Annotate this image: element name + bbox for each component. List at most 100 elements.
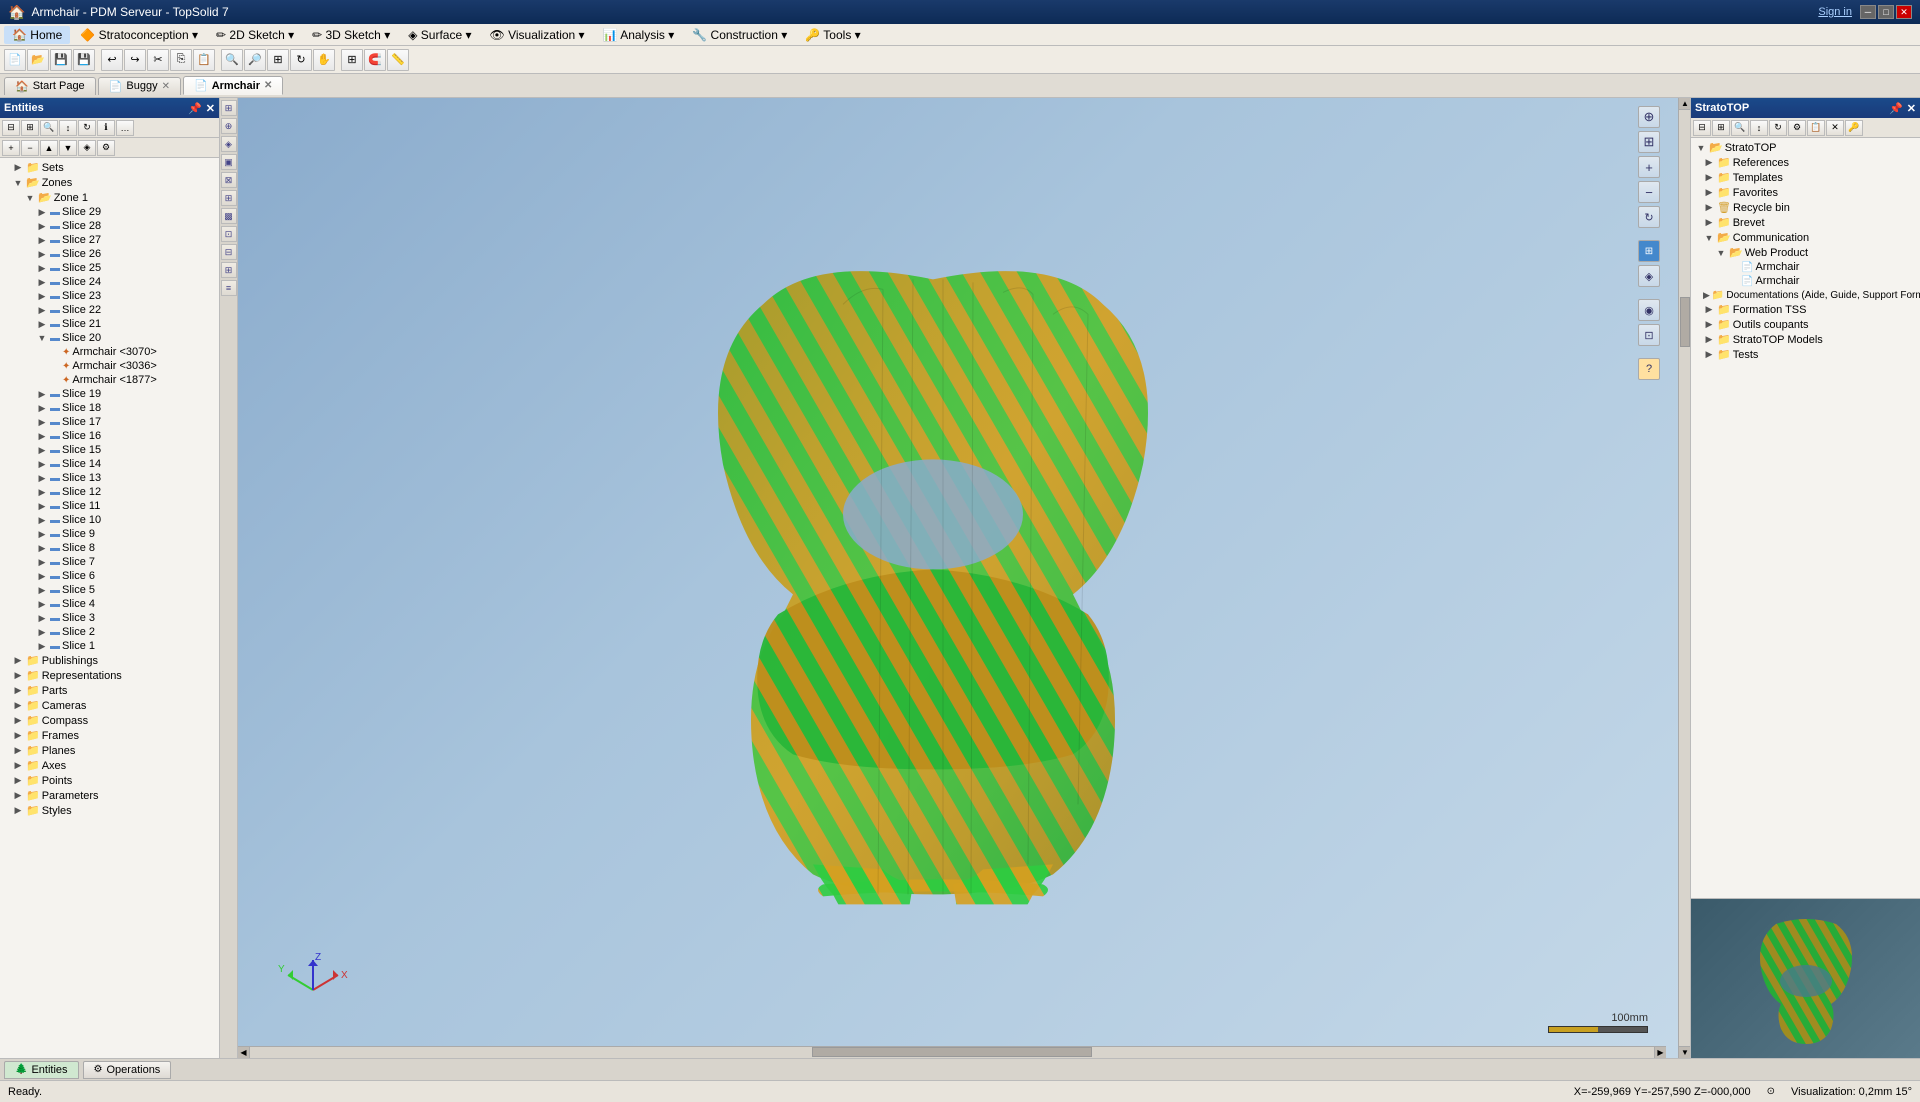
tree-item-planes[interactable]: ▶ 📁 Planes [0, 743, 219, 758]
expand-slice22[interactable]: ▶ [36, 304, 48, 316]
close-button[interactable]: ✕ [1896, 5, 1912, 19]
expand-slice25[interactable]: ▶ [36, 262, 48, 274]
rtree-item-webproduct[interactable]: ▼ 📂 Web Product [1691, 245, 1920, 260]
tree-item-slice15[interactable]: ▶ ▬ Slice 15 [0, 443, 219, 457]
expand-slice9[interactable]: ▶ [36, 528, 48, 540]
tree-sort[interactable]: ↕ [59, 120, 77, 136]
tree-item-slice4[interactable]: ▶ ▬ Slice 4 [0, 597, 219, 611]
zoom-out-button[interactable]: 🔎 [244, 49, 266, 71]
rtree-btn7[interactable]: 📋 [1807, 120, 1825, 136]
tree-item-slice9[interactable]: ▶ ▬ Slice 9 [0, 527, 219, 541]
paste-button[interactable]: 📋 [193, 49, 215, 71]
tree-item-slice7[interactable]: ▶ ▬ Slice 7 [0, 555, 219, 569]
pan-button[interactable]: ✋ [313, 49, 335, 71]
rtree-btn8[interactable]: ✕ [1826, 120, 1844, 136]
tree-item-zone1[interactable]: ▼ 📂 Zone 1 [0, 190, 219, 205]
rtree-item-documentations[interactable]: ▶ 📁 Documentations (Aide, Guide, Support… [1691, 288, 1920, 302]
nav-wireframe[interactable]: ⊡ [1638, 324, 1660, 346]
hscroll-thumb[interactable] [812, 1047, 1093, 1057]
view-icon-5[interactable]: ⊠ [221, 172, 237, 188]
save-button[interactable]: 💾 [50, 49, 72, 71]
hscroll-right[interactable]: ▶ [1654, 1047, 1666, 1059]
tree-item-parameters[interactable]: ▶ 📁 Parameters [0, 788, 219, 803]
tab-operations[interactable]: ⚙ Operations [83, 1061, 172, 1079]
nav-zoom-fit[interactable]: ⊞ [1638, 131, 1660, 153]
rtree-btn4[interactable]: ↕ [1750, 120, 1768, 136]
tree-item-frames[interactable]: ▶ 📁 Frames [0, 728, 219, 743]
expand-slice19[interactable]: ▶ [36, 388, 48, 400]
expand-styles[interactable]: ▶ [12, 805, 24, 817]
tree-item-slice25[interactable]: ▶ ▬ Slice 25 [0, 261, 219, 275]
menu-item-visualization[interactable]: 👁 Visualization ▾ [482, 26, 593, 44]
tree-item-slice22[interactable]: ▶ ▬ Slice 22 [0, 303, 219, 317]
expand-slice10[interactable]: ▶ [36, 514, 48, 526]
tree-item-slice29[interactable]: ▶ ▬ Slice 29 [0, 205, 219, 219]
expand-slice28[interactable]: ▶ [36, 220, 48, 232]
expand-slice2[interactable]: ▶ [36, 626, 48, 638]
expand-parts[interactable]: ▶ [12, 685, 24, 697]
rtree-btn1[interactable]: ⊟ [1693, 120, 1711, 136]
view-icon-8[interactable]: ⊡ [221, 226, 237, 242]
tree-item-publishings[interactable]: ▶ 📁 Publishings [0, 653, 219, 668]
expand-slice4[interactable]: ▶ [36, 598, 48, 610]
expand-templates[interactable]: ▶ [1703, 172, 1715, 184]
expand-recyclebin[interactable]: ▶ [1703, 202, 1715, 214]
menu-item-2dsketch[interactable]: ✏ 2D Sketch ▾ [208, 26, 302, 44]
tree-option2[interactable]: ⚙ [97, 140, 115, 156]
hscroll-left[interactable]: ◀ [238, 1047, 250, 1059]
rtree-item-formation[interactable]: ▶ 📁 Formation TSS [1691, 302, 1920, 317]
tree-filter[interactable]: 🔍 [40, 120, 58, 136]
expand-tests[interactable]: ▶ [1703, 349, 1715, 361]
minimize-button[interactable]: ─ [1860, 5, 1876, 19]
expand-slice14[interactable]: ▶ [36, 458, 48, 470]
nav-zoom-out[interactable]: − [1638, 181, 1660, 203]
menu-item-stratoconception[interactable]: 🔶 Stratoconception ▾ [72, 26, 206, 44]
viewport-vscrollbar[interactable]: ▲ ▼ [1678, 98, 1690, 1058]
sign-in-link[interactable]: Sign in [1818, 6, 1852, 18]
tree-item-slice3[interactable]: ▶ ▬ Slice 3 [0, 611, 219, 625]
view-icon-2[interactable]: ⊕ [221, 118, 237, 134]
snap-button[interactable]: 🧲 [364, 49, 386, 71]
tab-entities[interactable]: 🌲 Entities [4, 1061, 79, 1079]
rtree-btn2[interactable]: ⊞ [1712, 120, 1730, 136]
rtree-item-armchair2[interactable]: 📄 Armchair [1691, 274, 1920, 288]
expand-slice6[interactable]: ▶ [36, 570, 48, 582]
nav-home[interactable]: ⊕ [1638, 106, 1660, 128]
tree-item-slice5[interactable]: ▶ ▬ Slice 5 [0, 583, 219, 597]
tree-item-armchair3070[interactable]: ✦ Armchair <3070> [0, 345, 219, 359]
tab-armchair[interactable]: 📄 Armchair ✕ [183, 76, 283, 95]
viewport-hscrollbar[interactable]: ◀ ▶ [238, 1046, 1666, 1058]
expand-references[interactable]: ▶ [1703, 157, 1715, 169]
tree-item-slice18[interactable]: ▶ ▬ Slice 18 [0, 401, 219, 415]
expand-slice16[interactable]: ▶ [36, 430, 48, 442]
tree-item-slice19[interactable]: ▶ ▬ Slice 19 [0, 387, 219, 401]
vscroll-thumb[interactable] [1680, 297, 1690, 347]
open-button[interactable]: 📂 [27, 49, 49, 71]
expand-compass[interactable]: ▶ [12, 715, 24, 727]
tree-item-slice16[interactable]: ▶ ▬ Slice 16 [0, 429, 219, 443]
tree-item-slice20[interactable]: ▼ ▬ Slice 20 [0, 331, 219, 345]
expand-slice23[interactable]: ▶ [36, 290, 48, 302]
expand-axes[interactable]: ▶ [12, 760, 24, 772]
tree-item-slice26[interactable]: ▶ ▬ Slice 26 [0, 247, 219, 261]
expand-points[interactable]: ▶ [12, 775, 24, 787]
expand-stratotop[interactable]: ▼ [1695, 142, 1707, 154]
tree-item-parts[interactable]: ▶ 📁 Parts [0, 683, 219, 698]
expand-slice3[interactable]: ▶ [36, 612, 48, 624]
tab-startpage[interactable]: 🏠 Start Page [4, 77, 96, 95]
cut-button[interactable]: ✂ [147, 49, 169, 71]
zoom-in-button[interactable]: 🔍 [221, 49, 243, 71]
expand-zones[interactable]: ▼ [12, 177, 24, 189]
left-panel-close[interactable]: ✕ [206, 102, 215, 115]
tree-item-slice23[interactable]: ▶ ▬ Slice 23 [0, 289, 219, 303]
menu-item-construction[interactable]: 🔧 Construction ▾ [684, 26, 795, 44]
rtree-btn5[interactable]: ↻ [1769, 120, 1787, 136]
tree-delete[interactable]: − [21, 140, 39, 156]
expand-slice15[interactable]: ▶ [36, 444, 48, 456]
rtree-item-stratotop[interactable]: ▼ 📂 StratoTOP [1691, 140, 1920, 155]
redo-button[interactable]: ↪ [124, 49, 146, 71]
expand-formation[interactable]: ▶ [1703, 304, 1715, 316]
view-icon-6[interactable]: ⊞ [221, 190, 237, 206]
menu-item-home[interactable]: 🏠 Home [4, 26, 70, 44]
expand-slice29[interactable]: ▶ [36, 206, 48, 218]
